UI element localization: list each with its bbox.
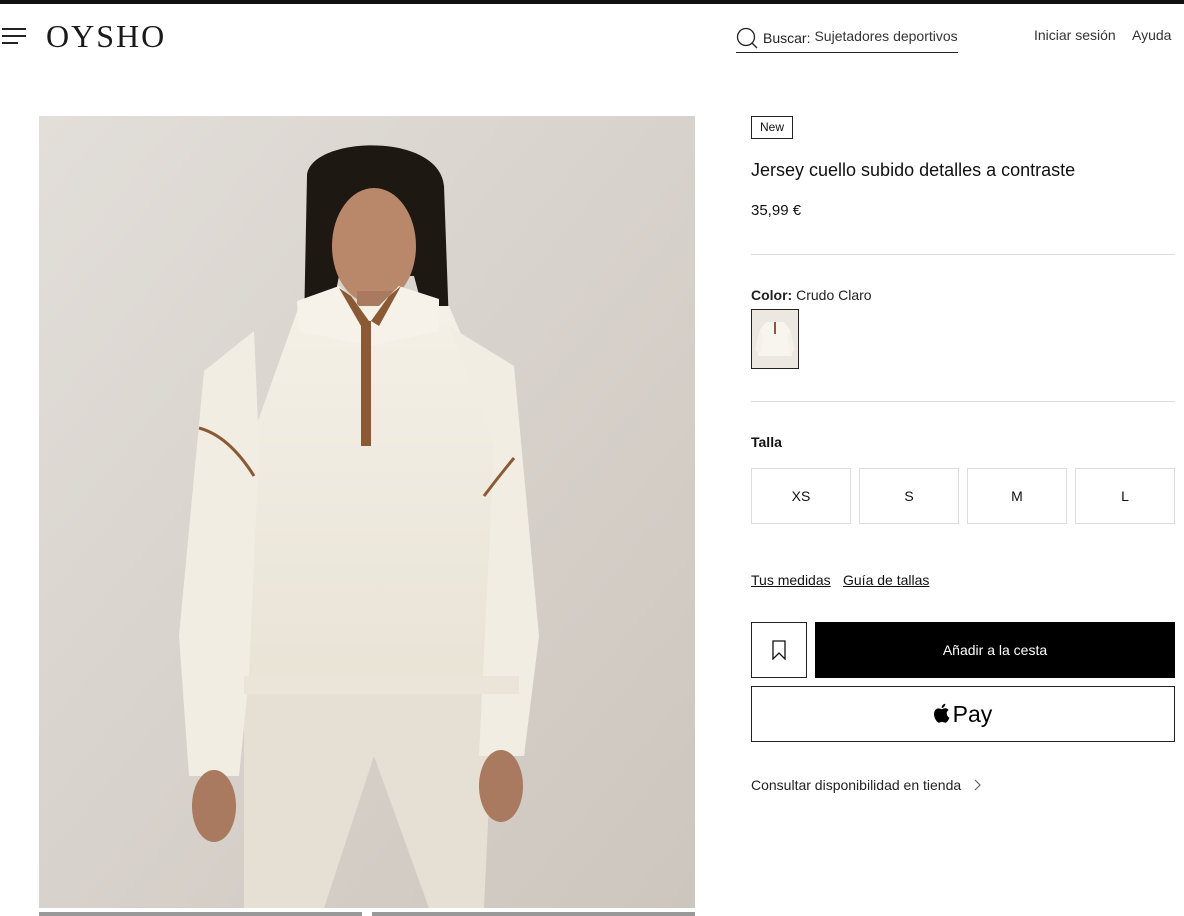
color-label: Color: — [751, 287, 793, 303]
site-header: OYSHO Buscar: Sujetadores deportivos Ini… — [0, 4, 1184, 66]
add-to-cart-button[interactable]: Añadir a la cesta — [815, 622, 1175, 678]
thumbnail-strip-right[interactable] — [372, 912, 695, 916]
divider — [751, 401, 1175, 402]
search-label: Buscar: — [763, 30, 811, 46]
apple-pay-label: Pay — [952, 700, 993, 727]
login-link[interactable]: Iniciar sesión — [1034, 27, 1116, 43]
color-row: Color: Crudo Claro — [751, 287, 872, 303]
thumbnail-strip-left[interactable] — [39, 912, 362, 916]
size-label: Talla — [751, 434, 782, 450]
model-photo — [39, 116, 695, 908]
size-option-s[interactable]: S — [859, 468, 959, 524]
color-swatch[interactable] — [751, 309, 799, 369]
color-value: Crudo Claro — [796, 287, 872, 303]
measurements-link[interactable]: Tus medidas — [751, 572, 831, 588]
product-image[interactable] — [39, 116, 695, 908]
brand-logo[interactable]: OYSHO — [46, 18, 166, 55]
divider — [751, 254, 1175, 255]
help-link[interactable]: Ayuda — [1132, 27, 1171, 43]
size-guide-link[interactable]: Guía de tallas — [843, 572, 929, 588]
store-availability-link[interactable]: Consultar disponibilidad en tienda — [751, 777, 982, 793]
bookmark-icon — [772, 640, 786, 660]
swatch-thumbnail — [752, 310, 798, 368]
hamburger-menu-icon[interactable] — [2, 26, 28, 46]
add-to-cart-label: Añadir a la cesta — [942, 642, 1048, 658]
product-title: Jersey cuello subido detalles a contrast… — [751, 160, 1076, 180]
size-option-l[interactable]: L — [1075, 468, 1175, 524]
size-option-xs[interactable]: XS — [751, 468, 851, 524]
apple-logo-icon — [933, 703, 950, 723]
product-price: 35,99 € — [751, 202, 802, 219]
search-icon — [736, 27, 758, 49]
apple-pay-button[interactable]: Pay — [751, 686, 1175, 742]
search-input[interactable]: Buscar: Sujetadores deportivos — [736, 24, 958, 53]
chevron-right-icon — [974, 779, 982, 791]
store-availability-label: Consultar disponibilidad en tienda — [751, 777, 962, 793]
size-option-m[interactable]: M — [967, 468, 1067, 524]
favorite-button[interactable] — [751, 622, 807, 678]
new-badge: New — [751, 116, 794, 139]
search-query: Sujetadores deportivos — [814, 28, 958, 44]
